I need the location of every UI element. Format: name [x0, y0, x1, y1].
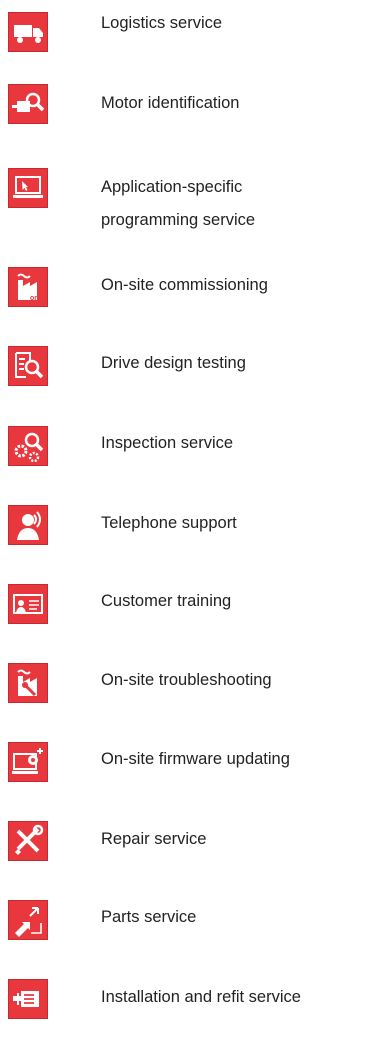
service-label: Customer training [101, 592, 232, 610]
motor-search-icon [8, 84, 48, 124]
exchange-arrows-icon [8, 900, 48, 940]
service-label: On-site firmware updating [101, 750, 290, 768]
motor-install-icon [8, 979, 48, 1019]
service-item-parts[interactable]: Parts service [0, 888, 381, 948]
service-item-telephone-support[interactable]: Telephone support [0, 493, 381, 553]
service-label: Inspection service [101, 434, 234, 452]
service-label: Motor identification [101, 94, 240, 112]
service-label: Drive design testing [101, 354, 246, 372]
service-item-logistics[interactable]: Logistics service [0, 0, 381, 60]
factory-wrench-icon [8, 663, 48, 703]
truck-icon [8, 12, 48, 52]
service-item-inspection[interactable]: Inspection service [0, 414, 381, 474]
service-label: Parts service [101, 908, 197, 926]
svg-text:on: on [30, 295, 39, 302]
service-label: On-site commissioning [101, 276, 268, 294]
laptop-icon [8, 168, 48, 208]
service-item-application-programming[interactable]: Application-specific programming service [0, 157, 381, 229]
service-label: Application-specific [101, 178, 243, 196]
service-label: Telephone support [101, 514, 237, 532]
headset-person-icon [8, 505, 48, 545]
service-label: On-site troubleshooting [101, 671, 272, 689]
service-list: Logistics service Motor identification A… [0, 0, 381, 1056]
service-label: Installation and refit service [101, 988, 301, 1006]
service-item-drive-design-testing[interactable]: Drive design testing [0, 334, 381, 394]
service-item-onsite-firmware-updating[interactable]: On-site firmware updating [0, 730, 381, 790]
service-item-installation-refit[interactable]: Installation and refit service [0, 967, 381, 1027]
service-item-onsite-troubleshooting[interactable]: On-site troubleshooting [0, 651, 381, 711]
service-label: Repair service [101, 830, 207, 848]
gear-search-icon [8, 426, 48, 466]
tools-icon [8, 821, 48, 861]
service-item-repair[interactable]: Repair service [0, 809, 381, 869]
service-item-customer-training[interactable]: Customer training [0, 572, 381, 632]
factory-on-icon: on [8, 267, 48, 307]
document-search-icon [8, 346, 48, 386]
monitor-update-icon [8, 742, 48, 782]
presentation-board-icon [8, 584, 48, 624]
service-item-motor-identification[interactable]: Motor identification [0, 72, 381, 132]
service-item-onsite-commissioning[interactable]: on On-site commissioning [0, 255, 381, 315]
service-label: Logistics service [101, 14, 223, 32]
service-label-line2: programming service [101, 211, 256, 229]
